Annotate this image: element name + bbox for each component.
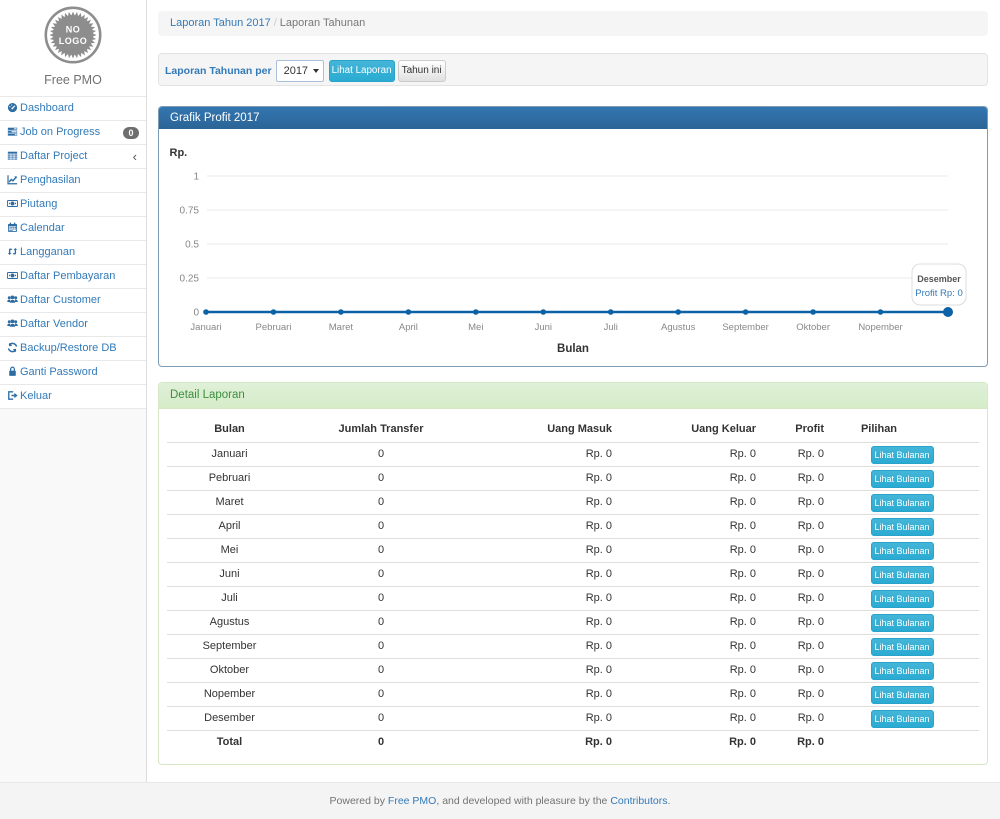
svg-text:Juli: Juli bbox=[604, 322, 618, 333]
svg-text:0.25: 0.25 bbox=[180, 274, 200, 285]
svg-text:0.75: 0.75 bbox=[180, 206, 200, 217]
svg-text:Juni: Juni bbox=[535, 322, 552, 333]
svg-text:Agustus: Agustus bbox=[661, 322, 696, 333]
svg-text:Pebruari: Pebruari bbox=[256, 322, 292, 333]
svg-text:Nopember: Nopember bbox=[858, 322, 902, 333]
svg-text:1: 1 bbox=[193, 172, 199, 183]
svg-text:NO: NO bbox=[66, 25, 81, 35]
svg-text:0.5: 0.5 bbox=[185, 240, 199, 251]
svg-text:Maret: Maret bbox=[329, 322, 354, 333]
svg-text:Mei: Mei bbox=[468, 322, 483, 333]
svg-text:Januari: Januari bbox=[190, 322, 221, 333]
svg-text:Desember: Desember bbox=[917, 274, 961, 284]
svg-text:September: September bbox=[722, 322, 768, 333]
svg-text:LOGO: LOGO bbox=[59, 36, 88, 46]
svg-text:0: 0 bbox=[193, 308, 199, 319]
svg-text:Oktober: Oktober bbox=[796, 322, 830, 333]
svg-text:Bulan: Bulan bbox=[557, 343, 589, 355]
svg-text:Rp.: Rp. bbox=[170, 147, 188, 159]
svg-text:April: April bbox=[399, 322, 418, 333]
svg-text:Profit Rp: 0: Profit Rp: 0 bbox=[915, 288, 963, 299]
